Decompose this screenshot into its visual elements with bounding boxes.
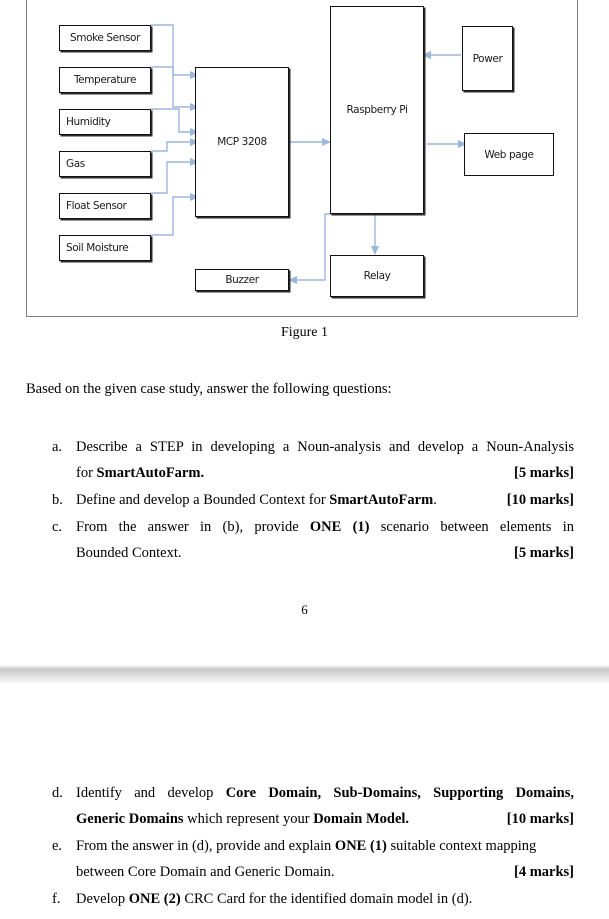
question-item-f: f. Develop ONE (2) CRC Card for the iden…	[52, 886, 574, 912]
block-raspberry-pi: Raspberry Pi	[330, 6, 424, 214]
question-f-line1-post: CRC Card for the identified domain model…	[180, 891, 473, 907]
block-label-web-page: Web page	[484, 148, 534, 161]
question-e-line2: between Core Domain and Generic Domain. …	[76, 859, 574, 885]
question-a-line2-bold: SmartAutoFarm.	[96, 465, 205, 481]
question-body-f: Develop ONE (2) CRC Card for the identif…	[76, 886, 574, 912]
question-c-line2-text: Bounded Context.	[76, 545, 182, 561]
block-smoke-sensor: Smoke Sensor	[59, 25, 151, 51]
wire-gas-to-mcp	[151, 141, 190, 152]
question-body-b: Define and develop a Bounded Context for…	[76, 487, 574, 513]
question-list-page-two: d. Identify and develop Core Domain, Sub…	[52, 780, 574, 913]
question-b-line1-bold: SmartAutoFarm	[329, 492, 434, 508]
page-separator	[0, 665, 609, 684]
page-number-six: 6	[301, 602, 308, 617]
block-label-temperature: Temperature	[73, 74, 137, 86]
question-e-marks: [4 marks]	[513, 864, 574, 880]
arrowhead-relay	[371, 246, 379, 255]
question-c-line1-pre: From the answer in (b), provide	[76, 519, 310, 535]
block-label-soil-moisture: Soil Moisture	[66, 242, 129, 254]
question-c-line1: From the answer in (b), provide ONE (1) …	[76, 514, 574, 540]
question-c-line1-post: scenario between elements in	[369, 519, 574, 535]
question-marker-d: d.	[52, 785, 63, 801]
block-label-buzzer: Buzzer	[225, 274, 259, 286]
block-buzzer: Buzzer	[195, 269, 289, 291]
question-d-line1: Identify and develop Core Domain, Sub-Do…	[76, 780, 574, 806]
question-item-d: d. Identify and develop Core Domain, Sub…	[52, 780, 574, 832]
block-label-smoke-sensor: Smoke Sensor	[69, 32, 140, 44]
question-body-e: From the answer in (d), provide and expl…	[76, 833, 574, 885]
question-f-line1-bold: ONE (2)	[128, 891, 181, 907]
question-a-marks: [5 marks]	[513, 465, 574, 481]
block-power: Power	[462, 26, 513, 91]
intro-paragraph: Based on the given case study, answer th…	[26, 381, 392, 397]
question-a-line2-text: for SmartAutoFarm.	[76, 460, 204, 486]
question-b-line1-post: .	[433, 492, 437, 508]
question-a-line1: Describe a STEP in developing a Noun-ana…	[76, 439, 574, 455]
block-web-page: Web page	[464, 133, 554, 176]
block-mcp-3208: MCP 3208	[195, 67, 289, 217]
question-e-line2-text: between Core Domain and Generic Domain.	[76, 864, 335, 880]
question-marker-b: b.	[52, 492, 63, 508]
wire-soil-to-mcp	[151, 196, 190, 236]
wire-float-to-mcp	[151, 161, 190, 194]
question-c-line1-bold: ONE (1)	[309, 519, 370, 535]
question-d-line1-bold: Core Domain, Sub-Domains, Supporting Dom…	[225, 785, 574, 801]
question-d-line1-pre: Identify and develop	[76, 785, 226, 801]
question-marker-e: e.	[52, 838, 63, 854]
block-label-gas: Gas	[66, 158, 85, 170]
question-f-line1-pre: Develop	[76, 891, 129, 907]
question-e-line1-post: suitable context mapping	[386, 838, 537, 854]
figure-caption: Figure 1	[280, 325, 329, 340]
block-soil-moisture: Soil Moisture	[59, 235, 151, 261]
question-a-line2-pre: for	[76, 465, 97, 481]
question-marker-a: a.	[52, 439, 63, 455]
question-body-c: From the answer in (b), provide ONE (1) …	[76, 514, 574, 566]
question-marker-c: c.	[52, 519, 63, 535]
question-b-line1-text: Define and develop a Bounded Context for…	[76, 487, 437, 513]
question-body-d: Identify and develop Core Domain, Sub-Do…	[76, 780, 574, 832]
page-two: d. Identify and develop Core Domain, Sub…	[0, 684, 609, 919]
question-e-line1-pre: From the answer in (d), provide and expl…	[76, 838, 335, 854]
block-label-raspberry-pi: Raspberry Pi	[346, 104, 408, 116]
question-e-line1: From the answer in (d), provide and expl…	[76, 833, 574, 859]
figure-1-frame: Smoke Sensor Temperature Humidity Gas Fl…	[26, 0, 578, 317]
arrowhead-buzzer	[288, 276, 297, 284]
block-label-mcp-3208: MCP 3208	[217, 136, 267, 148]
question-b-marks: [10 marks]	[506, 492, 574, 508]
question-item-e: e. From the answer in (d), provide and e…	[52, 833, 574, 885]
question-marker-f: f.	[52, 891, 61, 907]
question-a-line2: for SmartAutoFarm. [5 marks]	[76, 460, 574, 486]
question-d-line2-bold-a: Generic Domains	[76, 811, 184, 827]
wire-humidity-to-mcp	[151, 108, 190, 133]
block-humidity: Humidity	[59, 109, 151, 135]
page-one: Smoke Sensor Temperature Humidity Gas Fl…	[0, 0, 609, 665]
question-d-line2-mid: which represent your	[183, 811, 314, 827]
question-d-line2-text: Generic Domains which represent your Dom…	[76, 806, 409, 832]
question-c-marks: [5 marks]	[513, 545, 574, 561]
question-f-line1: Develop ONE (2) CRC Card for the identif…	[76, 886, 574, 912]
question-b-line1: Define and develop a Bounded Context for…	[76, 487, 574, 513]
question-item-b: b. Define and develop a Bounded Context …	[52, 487, 574, 513]
question-d-line2: Generic Domains which represent your Dom…	[76, 806, 574, 832]
block-label-float-sensor: Float Sensor	[66, 200, 127, 212]
question-b-line1-pre: Define and develop a Bounded Context for	[76, 492, 330, 508]
block-label-power: Power	[472, 52, 503, 65]
question-d-marks: [10 marks]	[506, 811, 574, 827]
wire-temperature-to-mcp	[151, 66, 190, 108]
question-d-line2-bold-b: Domain Model.	[313, 811, 410, 827]
block-label-relay: Relay	[363, 270, 391, 282]
question-c-line2: Bounded Context. [5 marks]	[76, 540, 574, 566]
question-item-a: a. Describe a STEP in developing a Noun-…	[52, 434, 574, 486]
question-body-a: Describe a STEP in developing a Noun-ana…	[76, 434, 574, 486]
block-gas: Gas	[59, 151, 151, 177]
question-list-page-one: a. Describe a STEP in developing a Noun-…	[52, 434, 574, 567]
question-e-line1-bold: ONE (1)	[334, 838, 387, 854]
block-temperature: Temperature	[59, 67, 151, 93]
question-item-c: c. From the answer in (b), provide ONE (…	[52, 514, 574, 566]
block-float-sensor: Float Sensor	[59, 193, 151, 219]
block-relay: Relay	[330, 255, 424, 297]
block-label-humidity: Humidity	[66, 116, 111, 128]
